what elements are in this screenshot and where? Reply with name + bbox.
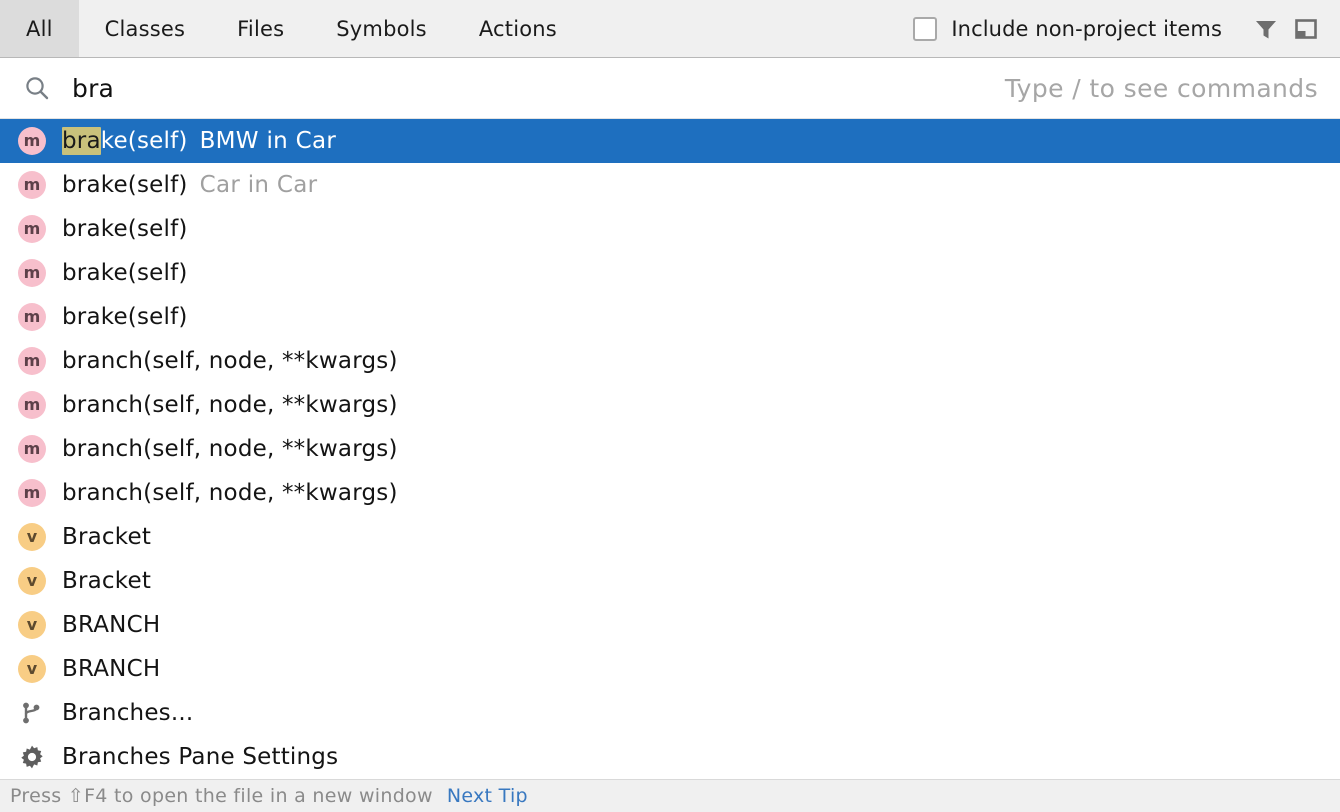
tab-files[interactable]: Files [211, 0, 310, 57]
method-badge-letter: m [18, 303, 46, 331]
tab-classes[interactable]: Classes [79, 0, 212, 57]
result-row-label: brake(self) BMW in Car [62, 127, 336, 155]
method-badge: m [18, 171, 46, 199]
match-highlight: bra [62, 127, 101, 155]
result-row-text: brake(self) [62, 216, 188, 242]
search-commands-hint: Type / to see commands [985, 74, 1318, 103]
tab-all[interactable]: All [0, 0, 79, 57]
result-row-label: brake(self) Car in Car [62, 172, 317, 198]
result-row-text: Bracket [62, 568, 151, 594]
result-row[interactable]: m brake(self) [0, 207, 1340, 251]
result-row[interactable]: m brake(self) [0, 295, 1340, 339]
search-input[interactable] [72, 74, 985, 103]
result-row-label: branch(self, node, **kwargs) [62, 480, 398, 506]
result-row[interactable]: Branches Pane Settings [0, 735, 1340, 779]
method-badge-letter: m [18, 215, 46, 243]
method-badge: m [18, 259, 46, 287]
filter-icon[interactable] [1246, 9, 1286, 49]
tab-actions[interactable]: Actions [453, 0, 583, 57]
variable-badge-letter: v [18, 567, 46, 595]
result-row-label: branch(self, node, **kwargs) [62, 348, 398, 374]
result-row-label: branch(self, node, **kwargs) [62, 392, 398, 418]
result-row[interactable]: Branches... [0, 691, 1340, 735]
result-row-text: Bracket [62, 524, 151, 550]
result-row-label: branch(self, node, **kwargs) [62, 436, 398, 462]
result-row-text: brake(self) [62, 172, 188, 198]
result-row-text: branch(self, node, **kwargs) [62, 348, 398, 374]
search-icon [22, 73, 52, 103]
include-non-project-items-checkbox[interactable] [913, 17, 937, 41]
method-badge-letter: m [18, 347, 46, 375]
method-badge-letter: m [18, 391, 46, 419]
preview-window-icon[interactable] [1286, 9, 1326, 49]
method-badge: m [18, 347, 46, 375]
include-non-project-items-toggle[interactable]: Include non-project items [913, 17, 1222, 41]
result-row-label: BRANCH [62, 612, 160, 638]
result-row[interactable]: v Bracket [0, 515, 1340, 559]
result-row-text: Branches... [62, 700, 193, 726]
method-badge-letter: m [18, 259, 46, 287]
include-non-project-items-label: Include non-project items [951, 17, 1222, 41]
result-row-label: Branches... [62, 700, 193, 726]
result-row-text: branch(self, node, **kwargs) [62, 392, 398, 418]
result-row[interactable]: m branch(self, node, **kwargs) [0, 339, 1340, 383]
method-badge-letter: m [18, 479, 46, 507]
search-bar[interactable]: Type / to see commands [0, 58, 1340, 118]
result-row-label: Branches Pane Settings [62, 744, 338, 770]
results-list[interactable]: mbrake(self)BMW in Carmbrake(self)Car in… [0, 118, 1340, 779]
variable-badge: v [18, 611, 46, 639]
result-row-label: Bracket [62, 568, 151, 594]
result-row-text: branch(self, node, **kwargs) [62, 436, 398, 462]
result-row[interactable]: v BRANCH [0, 603, 1340, 647]
result-row[interactable]: m brake(self) Car in Car [0, 163, 1340, 207]
result-row-text: brake(self) [62, 304, 188, 330]
method-badge-letter: m [18, 127, 46, 155]
method-badge: m [18, 303, 46, 331]
next-tip-link[interactable]: Next Tip [447, 785, 528, 807]
dialog-header: AllClassesFilesSymbolsActions Include no… [0, 0, 1340, 58]
method-badge-letter: m [18, 171, 46, 199]
result-row-label: BRANCH [62, 656, 160, 682]
status-bar: Press ⇧F4 to open the file in a new wind… [0, 779, 1340, 812]
tab-bar: AllClassesFilesSymbolsActions [0, 0, 583, 57]
status-tip-text: Press ⇧F4 to open the file in a new wind… [10, 785, 433, 807]
variable-badge-letter: v [18, 611, 46, 639]
result-row[interactable]: v Bracket [0, 559, 1340, 603]
result-row-text: BRANCH [62, 656, 160, 682]
variable-badge-letter: v [18, 523, 46, 551]
header-right-controls: Include non-project items [913, 0, 1340, 57]
result-row-text: BRANCH [62, 612, 160, 638]
result-row-label: brake(self) [62, 304, 188, 330]
result-row-text: Branches Pane Settings [62, 744, 338, 770]
gear-icon [18, 743, 46, 771]
method-badge-letter: m [18, 435, 46, 463]
method-badge: m [18, 127, 46, 155]
result-row-text: ke(self) [101, 128, 188, 154]
method-badge: m [18, 391, 46, 419]
git-branch-icon [18, 699, 46, 727]
variable-badge: v [18, 523, 46, 551]
result-row-text: brake(self) [62, 260, 188, 286]
variable-badge: v [18, 567, 46, 595]
method-badge: m [18, 215, 46, 243]
method-badge: m [18, 479, 46, 507]
search-everywhere-dialog: AllClassesFilesSymbolsActions Include no… [0, 0, 1340, 812]
result-row[interactable]: m branch(self, node, **kwargs) [0, 383, 1340, 427]
result-row-location: Car in Car [200, 172, 318, 198]
result-row[interactable]: mbrake(self) BMW in Car [0, 119, 1340, 163]
result-row[interactable]: m brake(self) [0, 251, 1340, 295]
result-row[interactable]: m branch(self, node, **kwargs) [0, 427, 1340, 471]
result-row-text: branch(self, node, **kwargs) [62, 480, 398, 506]
result-row[interactable]: m branch(self, node, **kwargs) [0, 471, 1340, 515]
result-row-label: brake(self) [62, 260, 188, 286]
method-badge: m [18, 435, 46, 463]
result-row[interactable]: v BRANCH [0, 647, 1340, 691]
tab-symbols[interactable]: Symbols [310, 0, 453, 57]
result-row-label: Bracket [62, 524, 151, 550]
result-row-label: brake(self) [62, 216, 188, 242]
variable-badge: v [18, 655, 46, 683]
result-row-location: BMW in Car [200, 128, 337, 154]
variable-badge-letter: v [18, 655, 46, 683]
